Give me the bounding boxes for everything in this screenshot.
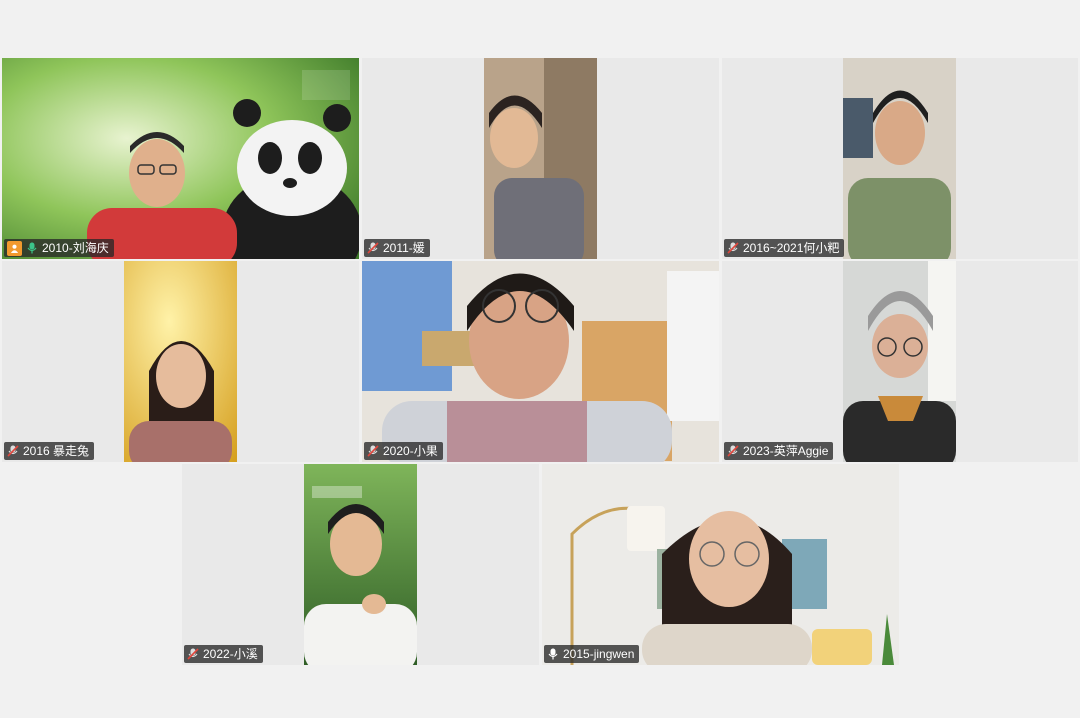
video-tile[interactable]: 2023-英萍Aggie bbox=[722, 261, 1078, 462]
video-feed bbox=[542, 464, 899, 665]
video-feed bbox=[484, 58, 597, 259]
participant-label: 2011-媛 bbox=[364, 239, 430, 257]
participant-label: 2023-英萍Aggie bbox=[724, 442, 834, 460]
video-tile[interactable]: 2022-小溪 bbox=[182, 464, 539, 665]
video-tile[interactable]: 2016 暴走兔 bbox=[2, 261, 359, 462]
video-tile[interactable]: 2011-媛 bbox=[362, 58, 719, 259]
participant-label: 2022-小溪 bbox=[184, 645, 263, 663]
mic-muted-icon bbox=[727, 445, 739, 457]
video-tile[interactable]: 2020-小果 bbox=[362, 261, 719, 462]
participant-label: 2016~2021何小粑 bbox=[724, 239, 845, 257]
participant-name: 2016~2021何小粑 bbox=[743, 241, 840, 255]
mic-muted-icon bbox=[7, 445, 19, 457]
mic-muted-icon bbox=[367, 242, 379, 254]
host-icon bbox=[7, 240, 22, 256]
mic-muted-icon bbox=[187, 648, 199, 660]
mic-muted-icon bbox=[727, 242, 739, 254]
video-tile[interactable]: 2015-jingwen bbox=[542, 464, 899, 665]
participant-name: 2023-英萍Aggie bbox=[743, 444, 829, 458]
mic-muted-icon bbox=[367, 445, 379, 457]
video-feed bbox=[843, 261, 956, 462]
participant-name: 2011-媛 bbox=[383, 241, 425, 255]
participant-name: 2016 暴走兔 bbox=[23, 444, 90, 458]
participant-name: 2010-刘海庆 bbox=[42, 241, 109, 255]
video-feed bbox=[843, 58, 956, 259]
video-feed bbox=[124, 261, 237, 462]
video-tile[interactable]: 2016~2021何小粑 bbox=[722, 58, 1078, 259]
participant-name: 2015-jingwen bbox=[563, 647, 635, 661]
video-feed bbox=[362, 261, 719, 462]
participant-label: 2020-小果 bbox=[364, 442, 443, 460]
mic-speaking-icon bbox=[27, 242, 37, 254]
video-feed bbox=[304, 464, 417, 665]
video-tile-host[interactable]: 2010-刘海庆 bbox=[2, 58, 359, 259]
participant-label: 2010-刘海庆 bbox=[4, 239, 114, 257]
video-feed bbox=[2, 58, 359, 259]
participant-name: 2022-小溪 bbox=[203, 647, 258, 661]
mic-icon bbox=[548, 648, 558, 660]
participant-label: 2015-jingwen bbox=[544, 645, 640, 663]
participant-name: 2020-小果 bbox=[383, 444, 438, 458]
participant-label: 2016 暴走兔 bbox=[4, 442, 95, 460]
panda-background-image bbox=[2, 58, 359, 259]
